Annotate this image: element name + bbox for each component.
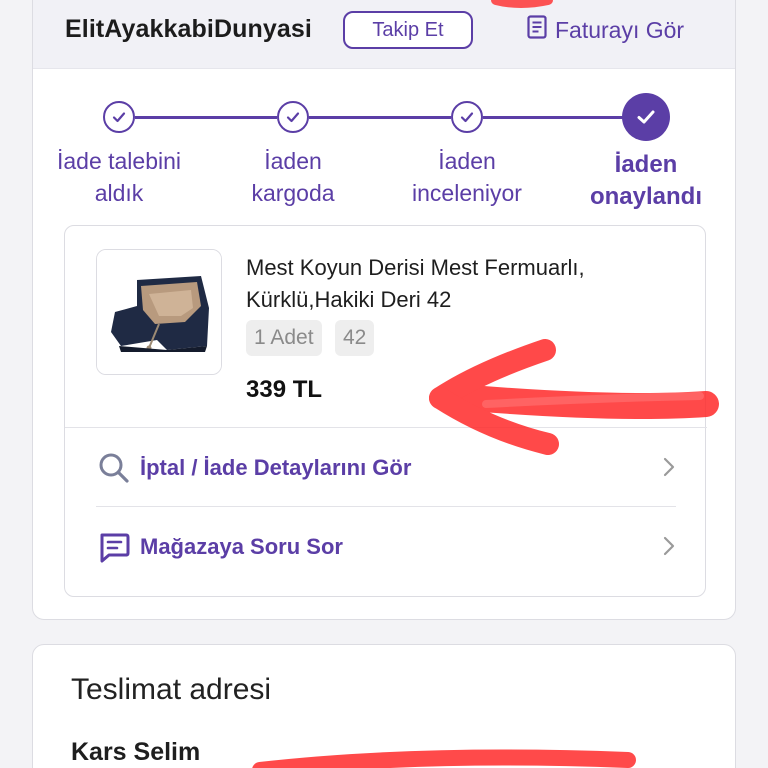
recipient-name: Kars Selim: [71, 738, 201, 766]
document-icon: [527, 15, 555, 45]
step-2-label-line2: kargoda: [251, 180, 335, 206]
step-4-label-line2: onaylandı: [589, 183, 703, 210]
delivery-address-title: Teslimat adresi: [71, 673, 272, 706]
step-1-label-line1: İade talebini: [56, 148, 182, 174]
step-4-label: İaden onaylandı: [579, 149, 713, 213]
stepper-connector: [309, 116, 451, 119]
step-3-check-icon: [451, 101, 483, 133]
invoice-label: Faturayı Gör: [555, 16, 685, 43]
seller-bar: ElitAyakkabiDunyasi Takip Et Faturayı Gö…: [33, 0, 735, 69]
chat-icon: [96, 529, 132, 565]
step-4-label-line1: İaden: [614, 151, 678, 178]
delivery-address-card: Teslimat adresi Kars Selim: [32, 644, 736, 768]
step-2-label: İaden kargoda: [223, 145, 363, 209]
ask-store-label: Mağazaya Soru Sor: [140, 534, 343, 559]
return-details-label: İptal / İade Detaylarını Gör: [140, 455, 412, 480]
step-2-check-icon: [277, 101, 309, 133]
product-price: 339 TL: [246, 376, 323, 403]
product-box: Mest Koyun Derisi Mest Fermuarlı, Kürklü…: [64, 225, 707, 597]
action-divider: [96, 506, 676, 507]
step-3-label-line2: inceleniyor: [412, 180, 522, 206]
size-chip: 42: [335, 320, 375, 356]
chevron-right-icon: [662, 533, 676, 564]
follow-button[interactable]: Takip Et: [343, 11, 473, 49]
order-detail-page: ElitAyakkabiDunyasi Takip Et Faturayı Gö…: [0, 0, 768, 768]
step-1-label-line2: aldık: [94, 180, 144, 206]
product-divider: [65, 427, 707, 428]
product-image[interactable]: [96, 249, 222, 375]
seller-name[interactable]: ElitAyakkabiDunyasi: [65, 15, 312, 44]
step-1-label: İade talebini aldık: [39, 145, 199, 209]
step-4-check-icon: [622, 93, 670, 141]
step-3-label: İaden inceleniyor: [397, 145, 537, 209]
stepper-connector: [483, 116, 623, 119]
invoice-link[interactable]: Faturayı Gör: [527, 15, 684, 45]
step-2-label-line1: İaden: [264, 148, 322, 174]
search-icon: [96, 450, 132, 486]
order-card: ElitAyakkabiDunyasi Takip Et Faturayı Gö…: [32, 0, 736, 620]
stepper-connector: [135, 116, 277, 119]
step-3-label-line1: İaden: [438, 148, 496, 174]
chevron-right-icon: [662, 454, 676, 485]
quantity-chip: 1 Adet: [246, 320, 322, 356]
return-details-row[interactable]: İptal / İade Detaylarını Gör: [96, 439, 676, 497]
product-title[interactable]: Mest Koyun Derisi Mest Fermuarlı, Kürklü…: [246, 252, 666, 316]
ask-store-row[interactable]: Mağazaya Soru Sor: [96, 518, 676, 576]
step-1-check-icon: [103, 101, 135, 133]
